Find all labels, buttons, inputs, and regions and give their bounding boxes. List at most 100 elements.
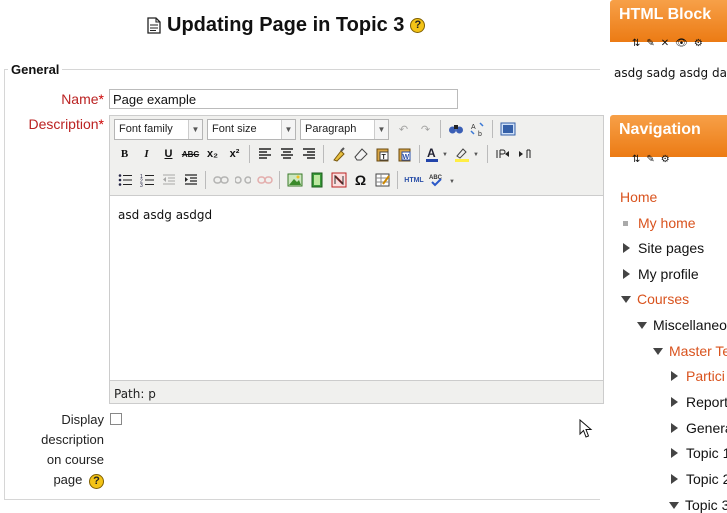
collapse-arrow-icon (653, 347, 663, 355)
unlink-icon[interactable] (232, 170, 253, 190)
editor-content-area[interactable]: asd asdg asdgd (110, 195, 603, 381)
strikethrough-icon[interactable]: ABC (180, 144, 201, 164)
help-icon[interactable]: ? (410, 17, 426, 33)
name-input[interactable] (109, 89, 458, 109)
image-icon[interactable] (284, 170, 305, 190)
html-source-icon[interactable]: HTML (402, 170, 426, 190)
find-icon[interactable] (445, 119, 466, 139)
bullet-icon (623, 220, 628, 226)
nav-item-label: My profile (638, 266, 699, 282)
cleanup-icon[interactable] (328, 144, 349, 164)
nav-item-topic-3[interactable]: Topic 3 (669, 497, 727, 513)
align-right-icon[interactable] (298, 144, 319, 164)
anchor-icon[interactable] (254, 170, 275, 190)
paste-text-icon[interactable]: T (372, 144, 393, 164)
nav-item-my-profile[interactable]: My profile (623, 266, 699, 282)
move-icon[interactable]: ⇅ (632, 38, 640, 49)
edit-icon[interactable]: ✎ (646, 154, 654, 165)
toolbar-row-2: B I U ABC x₂ x² T W A ▼ ▼ (114, 142, 536, 166)
align-center-icon[interactable] (276, 144, 297, 164)
font-family-select[interactable]: Font family ▼ (114, 118, 203, 140)
nav-item-site-pages[interactable]: Site pages (623, 240, 704, 256)
font-size-select[interactable]: Font size ▼ (207, 118, 296, 140)
mouse-cursor-icon (579, 419, 593, 438)
redo-icon[interactable]: ↷ (415, 119, 436, 139)
display-label-line-2: description (41, 432, 104, 447)
edit-icon[interactable]: ✎ (646, 38, 654, 49)
navigation-block-header: Navigation (610, 115, 727, 157)
nav-item-label: Topic 1 (686, 445, 727, 461)
nav-item-topic-2[interactable]: Topic 2 (671, 471, 727, 487)
media-icon[interactable] (306, 170, 327, 190)
eraser-icon[interactable] (350, 144, 371, 164)
nav-item-my-home[interactable]: My home (621, 215, 696, 231)
nav-item-courses[interactable]: Courses (621, 291, 689, 307)
collapse-arrow-icon (621, 295, 631, 303)
nav-item-reports[interactable]: Report (671, 394, 727, 410)
ltr-icon[interactable] (492, 144, 513, 164)
nav-item-general[interactable]: Genera (671, 420, 727, 436)
svg-text:▼: ▼ (442, 152, 448, 158)
nav-item-topic-1[interactable]: Topic 1 (671, 445, 727, 461)
text-color-icon[interactable]: A ▼ (424, 144, 452, 164)
paste-word-icon[interactable]: W (394, 144, 415, 164)
rtl-icon[interactable] (514, 144, 535, 164)
required-marker: * (98, 91, 104, 107)
format-select[interactable]: Paragraph ▼ (300, 118, 389, 140)
indent-icon[interactable] (180, 170, 201, 190)
superscript-icon[interactable]: x² (224, 144, 245, 164)
bold-icon[interactable]: B (114, 144, 135, 164)
no-autolink-icon[interactable] (328, 170, 349, 190)
svg-text:▼: ▼ (449, 179, 455, 185)
navigation-title: Navigation (619, 121, 701, 138)
subscript-icon[interactable]: x₂ (202, 144, 223, 164)
expand-arrow-icon (671, 423, 678, 433)
html-block-controls: ⇅ ✎ ✕ 👁 ⚙ (632, 38, 703, 49)
replace-icon[interactable]: Ab (467, 119, 488, 139)
outdent-icon[interactable] (158, 170, 179, 190)
italic-icon[interactable]: I (136, 144, 157, 164)
nav-item-label: Topic 3 (685, 497, 727, 513)
page-title-bar: Updating Page in Topic 3 ? (147, 11, 447, 39)
expand-arrow-icon (671, 397, 678, 407)
nav-item-participants[interactable]: Partici (671, 368, 725, 384)
expand-arrow-icon (623, 269, 630, 279)
align-left-icon[interactable] (254, 144, 275, 164)
font-size-value: Font size (212, 123, 257, 135)
table-icon[interactable] (372, 170, 393, 190)
roles-icon[interactable]: ⚙ (694, 38, 703, 49)
display-description-checkbox[interactable] (110, 413, 122, 425)
nav-item-label: Topic 2 (686, 471, 727, 487)
nav-item-home[interactable]: Home (620, 189, 657, 205)
nav-item-label: Home (620, 189, 658, 205)
move-icon[interactable]: ⇅ (632, 154, 640, 165)
special-char-icon[interactable]: Ω (350, 170, 371, 190)
toolbar-separator (279, 171, 280, 189)
expand-arrow-icon (671, 448, 678, 458)
link-icon[interactable] (210, 170, 231, 190)
general-legend[interactable]: General (8, 62, 63, 77)
editor-content-text: asd asdg asdgd (118, 208, 213, 222)
collapse-arrow-icon (669, 501, 679, 509)
delete-icon[interactable]: ✕ (661, 38, 669, 49)
svg-text:A: A (427, 146, 436, 160)
spellcheck-icon[interactable]: ABC ▼ (427, 170, 459, 190)
underline-icon[interactable]: U (158, 144, 179, 164)
highlight-icon[interactable]: ▼ (453, 144, 483, 164)
nav-item-master-course[interactable]: Master Te (653, 343, 727, 359)
undo-icon[interactable]: ↶ (393, 119, 414, 139)
toolbar-separator (487, 145, 488, 163)
numbered-list-icon[interactable]: 123 (136, 170, 157, 190)
hide-icon[interactable]: 👁 (675, 38, 688, 49)
svg-text:A: A (471, 124, 476, 131)
toolbar-separator (323, 145, 324, 163)
nav-item-label: Site pages (638, 240, 705, 256)
nav-item-miscellaneous[interactable]: Miscellaneo (637, 317, 727, 333)
toolbar-row-3: 123 Ω HTML ABC ▼ (114, 168, 460, 192)
nav-item-label: Report (686, 394, 727, 410)
fullscreen-icon[interactable] (497, 119, 518, 139)
roles-icon[interactable]: ⚙ (661, 154, 670, 165)
help-icon[interactable]: ? (89, 474, 104, 489)
display-label-line-1: Display (61, 412, 104, 427)
bullet-list-icon[interactable] (114, 170, 135, 190)
